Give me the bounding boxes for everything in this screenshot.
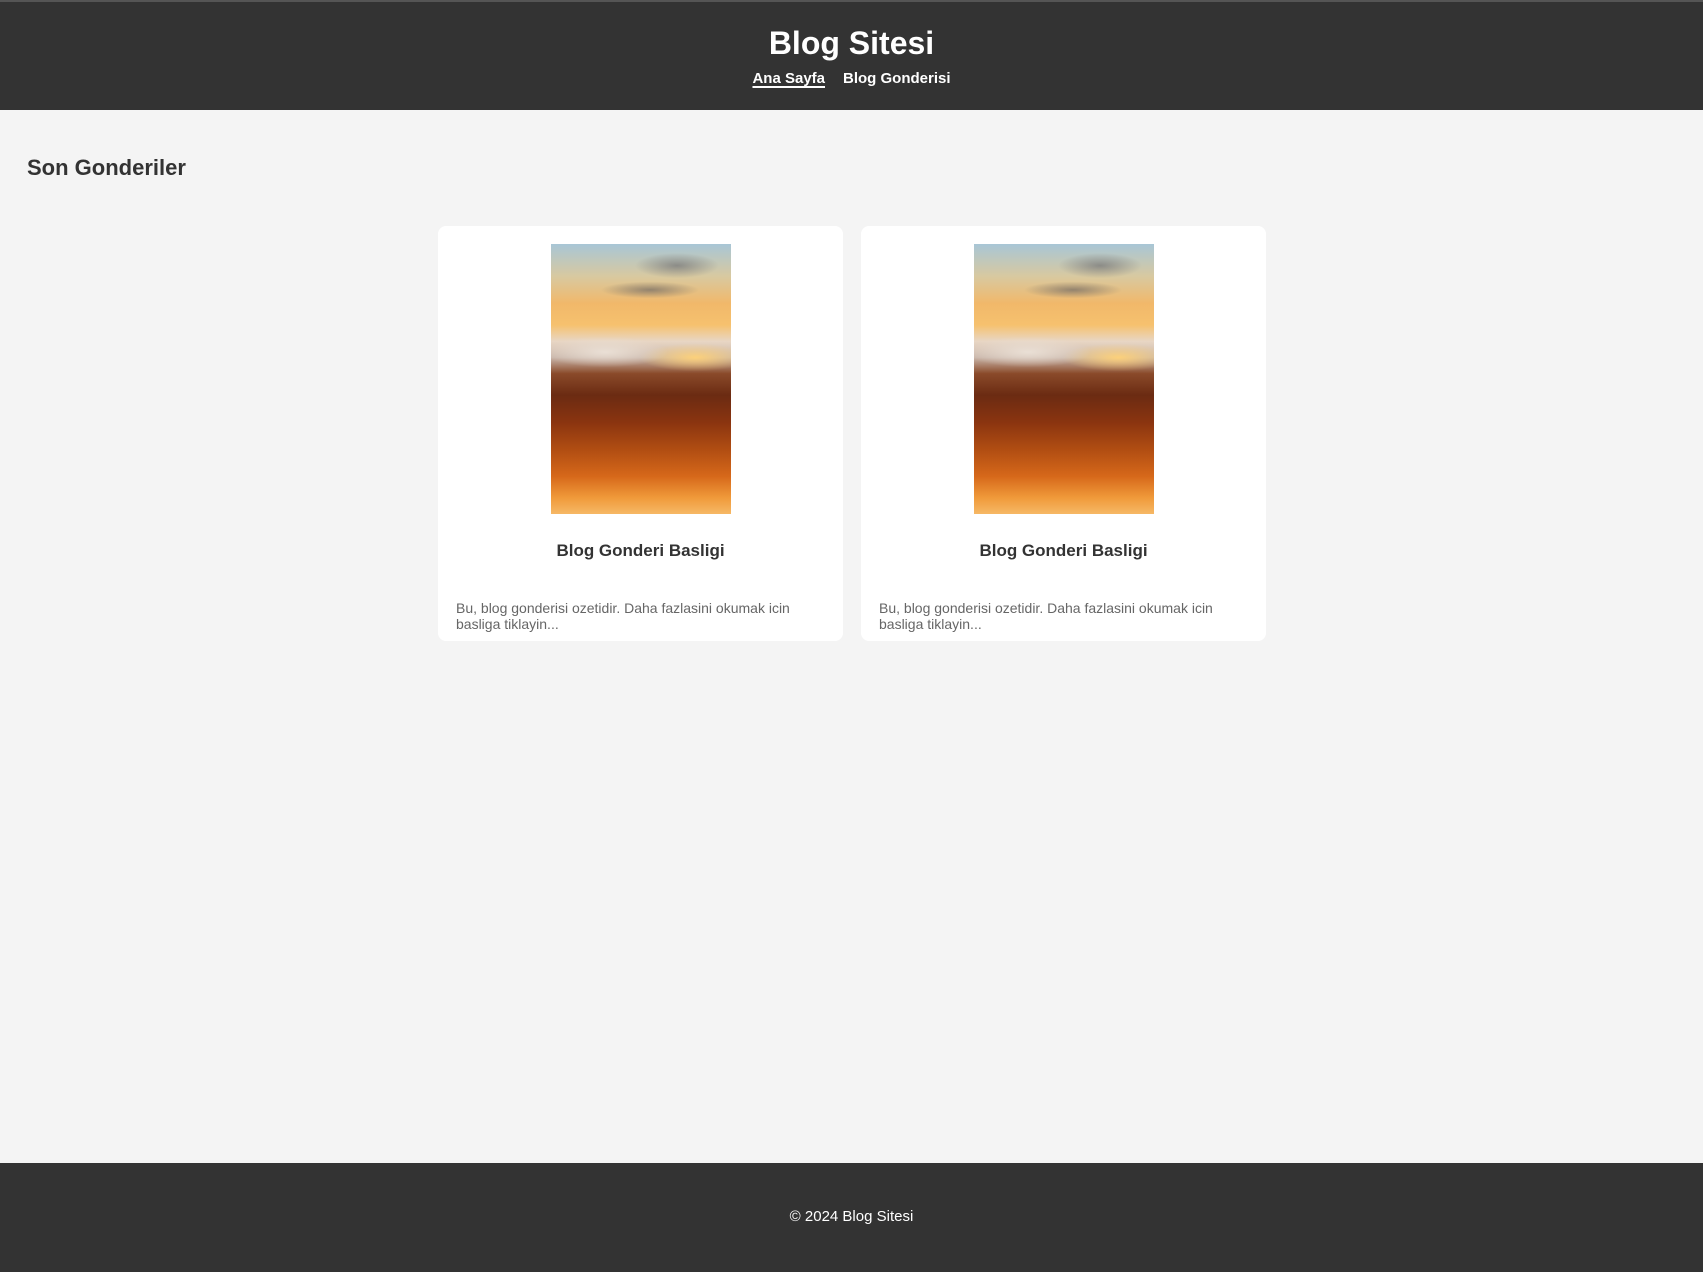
post-grid: Blog Gonderi Basligi Bu, blog gonderisi …: [438, 226, 1266, 641]
post-image[interactable]: [550, 244, 731, 514]
nav-link-ana-sayfa[interactable]: Ana Sayfa: [752, 69, 825, 89]
nav-link-blog-gonderisi[interactable]: Blog Gonderisi: [843, 69, 951, 89]
post-excerpt: Bu, blog gonderisi ozetidir. Daha fazlas…: [456, 600, 790, 632]
post-excerpt: Bu, blog gonderisi ozetidir. Daha fazlas…: [879, 600, 1213, 632]
post-card: Blog Gonderi Basligi Bu, blog gonderisi …: [861, 226, 1266, 641]
post-title-link[interactable]: Blog Gonderi Basligi: [879, 540, 1248, 562]
footer-copyright: © 2024 Blog Sitesi: [789, 1208, 914, 1225]
page: Blog Sitesi Ana Sayfa Blog Gonderisi Son…: [0, 0, 1703, 1272]
site-title: Blog Sitesi: [768, 25, 935, 61]
main-nav: Ana Sayfa Blog Gonderisi: [0, 69, 1703, 89]
main-content: Son Gonderiler Blog Gonderi Basligi Bu, …: [0, 110, 1703, 1163]
site-footer: © 2024 Blog Sitesi: [0, 1163, 1703, 1272]
post-image[interactable]: [973, 244, 1154, 514]
post-card: Blog Gonderi Basligi Bu, blog gonderisi …: [438, 226, 843, 641]
post-title-link[interactable]: Blog Gonderi Basligi: [456, 540, 825, 562]
section-title: Son Gonderiler: [27, 155, 186, 180]
site-header: Blog Sitesi Ana Sayfa Blog Gonderisi: [0, 2, 1703, 110]
